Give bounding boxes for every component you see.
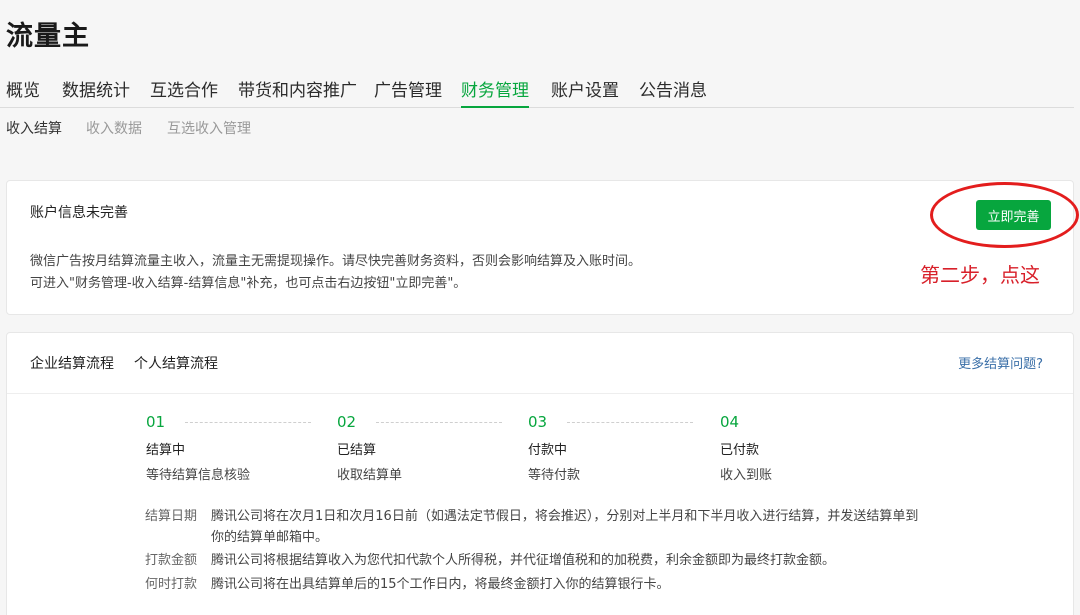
app-title: 流量主 — [6, 21, 90, 52]
step: 01 结算中 等待结算信息核验 — [146, 413, 336, 483]
tab-account-settings[interactable]: 账户设置 — [551, 76, 619, 108]
subtab-income-settlement[interactable]: 收入结算 — [6, 118, 62, 138]
step: 02 已结算 收取结算单 — [337, 413, 527, 483]
step-title: 结算中 — [146, 443, 186, 458]
main-nav: 概览 数据统计 互选合作 带货和内容推广 广告管理 财务管理 账户设置 公告消息 — [0, 72, 1074, 108]
tab-ad-management[interactable]: 广告管理 — [374, 76, 442, 108]
info-row-payment-amount: 打款金额 腾讯公司将根据结算收入为您代扣代款个人所得税，并代征增值税和的加税费，利… — [145, 549, 835, 568]
step-connector — [376, 422, 502, 423]
step-connector — [567, 422, 693, 423]
step-number: 02 — [337, 413, 357, 431]
info-label: 打款金额 — [145, 553, 198, 568]
alert-hint: 可进入"财务管理-收入结算-结算信息"补充，也可点击右边按钮"立即完善"。 — [30, 276, 467, 291]
step-connector — [185, 422, 311, 423]
account-incomplete-alert: 账户信息未完善 微信广告按月结算流量主收入，流量主无需提现操作。请尽快完善财务资… — [6, 180, 1074, 315]
subtab-income-data[interactable]: 收入数据 — [86, 118, 142, 138]
tab-finance[interactable]: 财务管理 — [461, 76, 529, 108]
settlement-flow-card: 企业结算流程 个人结算流程 更多结算问题? 01 结算中 等待结算信息核验 02… — [6, 332, 1074, 615]
tab-content-promotion[interactable]: 带货和内容推广 — [238, 76, 357, 108]
info-text: 腾讯公司将在出具结算单后的15个工作日内，将最终金额打入你的结算银行卡。 — [211, 577, 670, 592]
info-row-payment-time: 何时打款 腾讯公司将在出具结算单后的15个工作日内，将最终金额打入你的结算银行卡。 — [145, 573, 670, 592]
tab-statistics[interactable]: 数据统计 — [62, 76, 130, 108]
step-title: 已结算 — [337, 443, 377, 458]
step-title: 已付款 — [720, 443, 760, 458]
step-desc: 等待付款 — [528, 468, 581, 483]
info-text: 腾讯公司将在次月1日和次月16日前（如遇法定节假日，将会推迟），分别对上半月和下… — [211, 509, 919, 524]
alert-title: 账户信息未完善 — [30, 205, 128, 221]
info-text: 腾讯公司将根据结算收入为您代扣代款个人所得税，并代征增值税和的加税费，利余金额即… — [211, 553, 836, 568]
step-title: 付款中 — [528, 443, 568, 458]
tab-announcements[interactable]: 公告消息 — [639, 76, 707, 108]
more-questions-link[interactable]: 更多结算问题? — [958, 353, 1043, 372]
info-label: 结算日期 — [145, 509, 198, 524]
step-desc: 收取结算单 — [337, 468, 403, 483]
annotation-circle — [930, 182, 1079, 248]
tab-mutual-selection[interactable]: 互选合作 — [150, 76, 218, 108]
info-row-settlement-date: 结算日期 腾讯公司将在次月1日和次月16日前（如遇法定节假日，将会推迟），分别对上… — [145, 505, 918, 524]
tab-personal-flow[interactable]: 个人结算流程 — [134, 353, 218, 373]
tab-overview[interactable]: 概览 — [6, 76, 40, 108]
step-number: 04 — [720, 413, 740, 431]
info-text-continued: 你的结算单邮箱中。 — [211, 530, 329, 545]
step: 03 付款中 等待付款 — [528, 413, 718, 483]
tab-enterprise-flow[interactable]: 企业结算流程 — [30, 353, 114, 373]
annotation-text: 第二步，点这 — [920, 263, 1040, 287]
step-desc: 等待结算信息核验 — [146, 468, 251, 483]
info-label: 何时打款 — [145, 577, 198, 592]
divider — [7, 393, 1073, 394]
step: 04 已付款 收入到账 — [720, 413, 910, 483]
alert-message: 微信广告按月结算流量主收入，流量主无需提现操作。请尽快完善财务资料，否则会影响结… — [30, 254, 642, 269]
subtab-mutual-income[interactable]: 互选收入管理 — [167, 118, 251, 138]
step-number: 01 — [146, 413, 166, 431]
step-desc: 收入到账 — [720, 468, 773, 483]
step-number: 03 — [528, 413, 548, 431]
